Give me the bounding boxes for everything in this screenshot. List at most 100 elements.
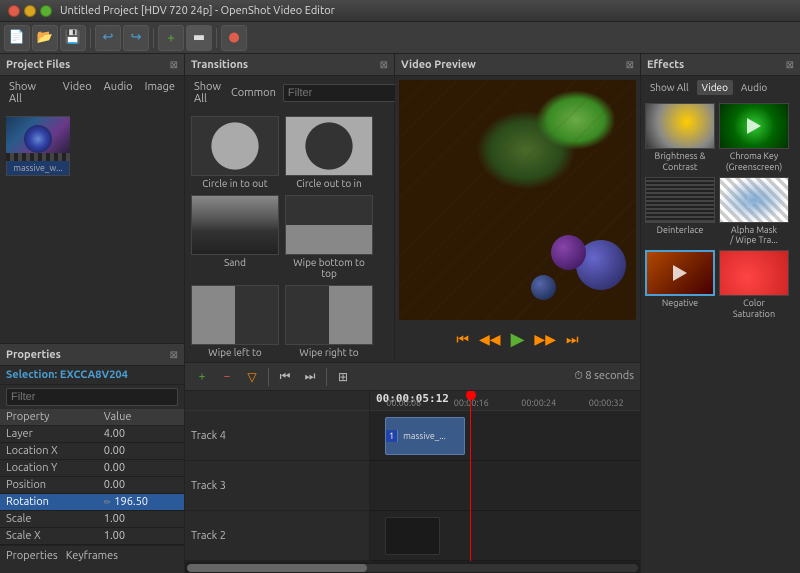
remove-button[interactable]: ▬ [186, 25, 212, 51]
list-item[interactable]: Negative [645, 250, 715, 320]
effect-label: Chroma Key(Greenscreen) [726, 151, 782, 173]
play-icon [747, 192, 761, 208]
properties-tabs: Properties Keyframes [0, 545, 184, 566]
trans-tab-common[interactable]: Common [228, 86, 279, 100]
eff-tab-audio[interactable]: Audio [736, 80, 772, 95]
tab-show-all[interactable]: Show All [6, 80, 54, 106]
skip-forward-button[interactable]: ⏭ [564, 329, 581, 350]
timeline-scrollbar[interactable] [185, 561, 640, 573]
film-strip [6, 153, 70, 161]
properties-header: Properties ⊠ [0, 344, 184, 366]
rewind-button[interactable]: ◀◀ [477, 329, 503, 350]
list-item[interactable]: Deinterlace [645, 177, 715, 247]
add-button[interactable]: + [158, 25, 184, 51]
effect-label: Alpha Mask/ Wipe Tra... [730, 225, 778, 247]
preview-sphere-3 [531, 275, 556, 300]
window-controls [8, 5, 52, 17]
trans-tab-show-all[interactable]: Show All [191, 80, 224, 106]
time-indicator [470, 391, 471, 561]
video-preview-icon[interactable]: ⊠ [626, 59, 634, 71]
skip-back-button[interactable]: ⏮ [454, 329, 471, 350]
track-row-2[interactable] [370, 511, 640, 561]
titlebar-title: Untitled Project [HDV 720 24p] - OpenSho… [60, 5, 335, 17]
effects-icon[interactable]: ⊠ [786, 59, 794, 71]
track-label-4: Track 4 [185, 411, 369, 461]
effect-thumb-deinterlace [645, 177, 715, 223]
properties-filter[interactable] [6, 388, 178, 406]
list-item[interactable]: massive_w... [6, 116, 70, 176]
eff-tab-show-all[interactable]: Show All [645, 80, 694, 95]
eff-tab-video[interactable]: Video [697, 80, 733, 95]
effects-filter-row: Show All Video Audio [641, 76, 800, 99]
table-row: Layer 4.00 [0, 426, 184, 443]
close-button[interactable] [8, 5, 20, 17]
maximize-button[interactable] [40, 5, 52, 17]
project-files-panel: Project Files ⊠ Show All Video Audio Ima… [0, 54, 184, 344]
timeline-filter-button[interactable]: ▽ [241, 366, 263, 388]
clip-number: 1 [386, 430, 398, 442]
track-clip-dark[interactable] [385, 517, 440, 555]
list-item[interactable]: Sand [191, 195, 279, 279]
record-button[interactable]: ● [221, 25, 247, 51]
titlebar: Untitled Project [HDV 720 24p] - OpenSho… [0, 0, 800, 22]
effects-grid: Brightness &Contrast Chroma Key(Greenscr… [641, 99, 800, 324]
effect-thumb-alpha [719, 177, 789, 223]
track-row-3[interactable] [370, 461, 640, 511]
new-button[interactable]: 📄 [4, 25, 30, 51]
list-item[interactable]: Wipe right to [285, 285, 373, 358]
effect-thumb-color-sat [719, 250, 789, 296]
scrollbar-thumb[interactable] [187, 564, 367, 572]
transition-label: Wipe left to [208, 347, 261, 358]
play-button[interactable]: ▶ [509, 327, 527, 352]
transitions-header: Transitions ⊠ [185, 54, 394, 76]
table-row-selected[interactable]: Rotation ✏ 196.50 [0, 494, 184, 511]
prop-name-rotation: Rotation [0, 494, 98, 511]
tab-video[interactable]: Video [60, 80, 95, 106]
effect-label: Brightness &Contrast [654, 151, 705, 173]
tab-keyframes[interactable]: Keyframes [66, 550, 118, 562]
timeline-remove-button[interactable]: − [216, 366, 238, 388]
prop-col-property: Property [0, 409, 98, 426]
save-button[interactable]: 💾 [60, 25, 86, 51]
timeline-skip-back-button[interactable]: ⏮ [274, 366, 296, 388]
preview-controls: ⏮ ◀◀ ▶ ▶▶ ⏭ [395, 324, 640, 354]
timeline-snap-button[interactable]: ⊞ [332, 366, 354, 388]
list-item[interactable]: Brightness &Contrast [645, 103, 715, 173]
transitions-icon[interactable]: ⊠ [380, 59, 388, 71]
track-clip[interactable]: 1 massive_... [385, 417, 465, 455]
transition-thumb [191, 195, 279, 255]
tab-audio[interactable]: Audio [101, 80, 136, 106]
track-row-4[interactable]: 1 massive_... [370, 411, 640, 461]
list-item[interactable]: Wipe bottom to top [285, 195, 373, 279]
properties-icon[interactable]: ⊠ [170, 349, 178, 361]
timeline-skip-forward-button[interactable]: ⏭ [299, 366, 321, 388]
list-item[interactable]: ColorSaturation [719, 250, 789, 320]
center-panel: Transitions ⊠ Show All Common Circle in … [185, 54, 640, 573]
prop-name: Position [0, 477, 98, 494]
list-item[interactable]: Chroma Key(Greenscreen) [719, 103, 789, 173]
timeline-area: + − ▽ ⏮ ⏭ ⊞ ⏱ 8 seconds Track 4 [185, 362, 640, 573]
tab-image[interactable]: Image [142, 80, 178, 106]
selection-label: Selection: EXCCA8V204 [0, 366, 184, 385]
list-item[interactable]: Wipe left to [191, 285, 279, 358]
properties-title: Properties [6, 349, 61, 361]
prop-value: 0.00 [98, 443, 184, 460]
tab-properties[interactable]: Properties [6, 550, 58, 562]
prop-name: Location X [0, 443, 98, 460]
list-item[interactable]: Alpha Mask/ Wipe Tra... [719, 177, 789, 247]
list-item[interactable]: Circle out to in [285, 116, 373, 189]
minimize-button[interactable] [24, 5, 36, 17]
project-files-icon[interactable]: ⊠ [170, 59, 178, 71]
scrollbar-track[interactable] [187, 564, 638, 572]
track-ruler: 00:00:05:12 00:00:08 00:00:16 00:00:24 0… [370, 391, 640, 561]
undo-button[interactable]: ↩ [95, 25, 121, 51]
open-button[interactable]: 📂 [32, 25, 58, 51]
timeline-add-button[interactable]: + [191, 366, 213, 388]
redo-button[interactable]: ↪ [123, 25, 149, 51]
fast-forward-button[interactable]: ▶▶ [532, 329, 558, 350]
table-row: Position 0.00 [0, 477, 184, 494]
timeline-toolbar-sep [268, 368, 269, 386]
list-item[interactable]: Circle in to out [191, 116, 279, 189]
prop-value: 1.00 [98, 511, 184, 528]
ruler-bar: 00:00:05:12 00:00:08 00:00:16 00:00:24 0… [370, 391, 640, 411]
